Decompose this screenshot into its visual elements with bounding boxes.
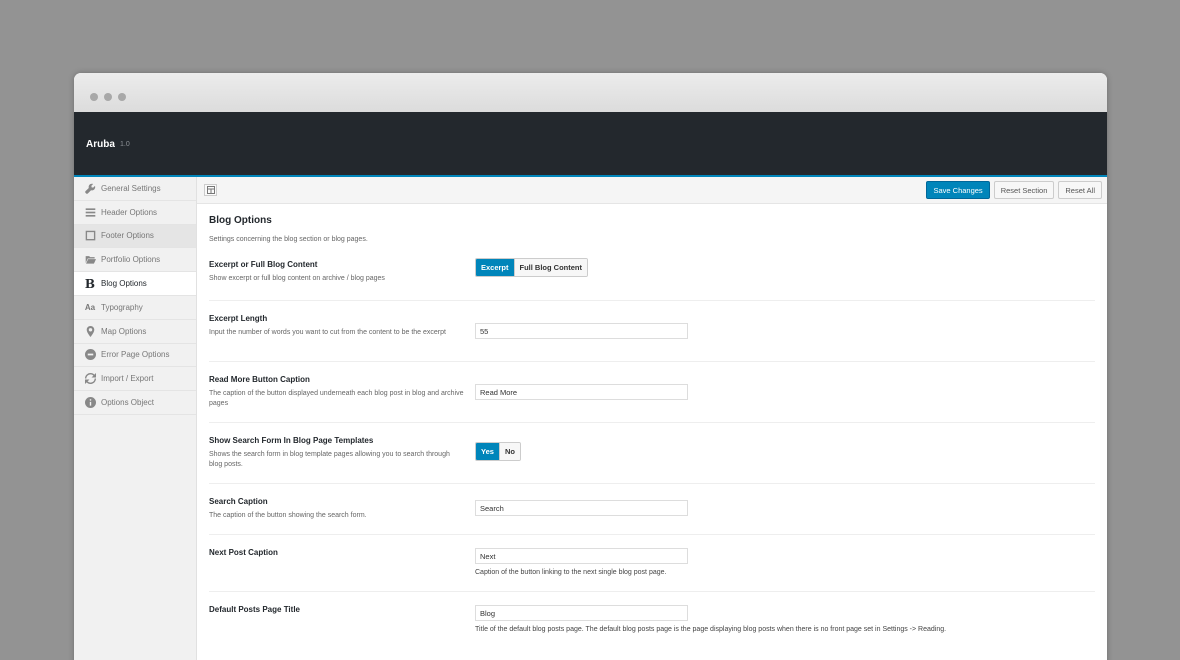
field-show-search-form: Show Search Form In Blog Page Templates … bbox=[209, 423, 1095, 484]
square-icon bbox=[83, 230, 97, 242]
sidebar-item-import-export[interactable]: Import / Export bbox=[74, 367, 196, 392]
refresh-icon bbox=[83, 373, 97, 385]
field-description: The caption of the button showing the se… bbox=[209, 512, 367, 519]
sidebar-item-header-options[interactable]: Header Options bbox=[74, 201, 196, 225]
show-search-toggle: Yes No bbox=[475, 442, 521, 461]
reset-section-button[interactable]: Reset Section bbox=[993, 181, 1055, 199]
field-description: The caption of the button displayed unde… bbox=[209, 390, 464, 407]
options-toolbar: Save Changes Reset Section Reset All bbox=[197, 177, 1107, 204]
wrench-icon bbox=[83, 182, 97, 194]
sidebar-item-label: Typography bbox=[101, 302, 143, 312]
read-more-caption-input[interactable] bbox=[475, 384, 688, 400]
yes-option[interactable]: Yes bbox=[476, 443, 499, 460]
window-minimize-dot[interactable] bbox=[104, 93, 112, 101]
info-icon bbox=[83, 397, 97, 409]
browser-titlebar bbox=[74, 73, 1107, 112]
excerpt-toggle: Excerpt Full Blog Content bbox=[475, 258, 589, 277]
section-title: Blog Options bbox=[209, 215, 272, 226]
sidebar-item-label: General Settings bbox=[101, 183, 161, 193]
expand-panel-icon[interactable] bbox=[204, 184, 217, 196]
window-maximize-dot[interactable] bbox=[118, 93, 126, 101]
theme-version: 1.0 bbox=[120, 141, 130, 148]
no-option[interactable]: No bbox=[498, 443, 520, 460]
sidebar-item-options-object[interactable]: Options Object bbox=[74, 391, 196, 415]
menu-icon bbox=[83, 206, 97, 218]
field-read-more-caption: Read More Button Caption The caption of … bbox=[209, 362, 1095, 423]
field-excerpt-length: Excerpt Length Input the number of words… bbox=[209, 301, 1095, 362]
field-help: Caption of the button linking to the nex… bbox=[475, 569, 667, 576]
bold-b-icon: B bbox=[84, 276, 96, 291]
full-blog-content-option[interactable]: Full Blog Content bbox=[513, 259, 588, 276]
sidebar-item-blog-options[interactable]: B Blog Options bbox=[74, 272, 196, 296]
default-posts-page-title-input[interactable] bbox=[475, 605, 688, 621]
options-main-panel: Save Changes Reset Section Reset All Blo… bbox=[197, 177, 1107, 660]
options-content: Blog Options Settings concerning the blo… bbox=[197, 204, 1107, 652]
excerpt-option[interactable]: Excerpt bbox=[476, 259, 514, 276]
field-next-post-caption: Next Post Caption Caption of the button … bbox=[209, 535, 1095, 592]
window-close-dot[interactable] bbox=[90, 93, 98, 101]
field-default-posts-page-title: Default Posts Page Title Title of the de… bbox=[209, 592, 1095, 652]
excerpt-length-input[interactable] bbox=[475, 323, 688, 339]
field-title: Search Caption bbox=[209, 497, 268, 506]
sidebar-item-label: Portfolio Options bbox=[101, 255, 161, 265]
sidebar-item-map-options[interactable]: Map Options bbox=[74, 320, 196, 344]
sidebar-item-label: Options Object bbox=[101, 398, 154, 408]
field-title: Show Search Form In Blog Page Templates bbox=[209, 436, 374, 445]
next-post-caption-input[interactable] bbox=[475, 548, 688, 564]
field-excerpt-or-full: Excerpt or Full Blog Content Show excerp… bbox=[209, 258, 1095, 301]
minus-circle-icon bbox=[83, 349, 97, 361]
theme-name: Aruba bbox=[86, 139, 115, 150]
save-changes-button[interactable]: Save Changes bbox=[926, 181, 990, 199]
search-caption-input[interactable] bbox=[475, 500, 688, 516]
sidebar-item-label: Blog Options bbox=[101, 279, 147, 289]
field-help: Title of the default blog posts page. Th… bbox=[475, 626, 947, 633]
field-title: Read More Button Caption bbox=[209, 375, 310, 384]
field-description: Shows the search form in blog template p… bbox=[209, 451, 450, 468]
options-sidebar: General Settings Header Options Footer O… bbox=[74, 177, 197, 660]
options-panel-header: Aruba 1.0 bbox=[74, 112, 1107, 177]
sidebar-item-typography[interactable]: Aa Typography bbox=[74, 296, 196, 320]
sidebar-item-label: Error Page Options bbox=[101, 350, 170, 360]
typography-icon: Aa bbox=[84, 302, 96, 312]
sidebar-item-error-page-options[interactable]: Error Page Options bbox=[74, 344, 196, 368]
field-title: Default Posts Page Title bbox=[209, 605, 300, 614]
sidebar-item-general-settings[interactable]: General Settings bbox=[74, 177, 196, 201]
sidebar-item-portfolio-options[interactable]: Portfolio Options bbox=[74, 248, 196, 273]
map-pin-icon bbox=[83, 325, 97, 337]
sidebar-item-footer-options[interactable]: Footer Options bbox=[74, 224, 196, 249]
sidebar-item-label: Header Options bbox=[101, 207, 158, 217]
field-title: Excerpt or Full Blog Content bbox=[209, 260, 318, 269]
field-description: Show excerpt or full blog content on arc… bbox=[209, 275, 385, 282]
field-title: Next Post Caption bbox=[209, 548, 278, 557]
browser-window: Aruba 1.0 General Settings Header Option… bbox=[74, 73, 1107, 660]
sidebar-item-label: Import / Export bbox=[101, 374, 154, 384]
folder-icon bbox=[83, 254, 97, 266]
sidebar-item-label: Footer Options bbox=[101, 231, 154, 241]
field-search-caption: Search Caption The caption of the button… bbox=[209, 484, 1095, 535]
reset-all-button[interactable]: Reset All bbox=[1058, 181, 1102, 199]
section-description: Settings concerning the blog section or … bbox=[209, 236, 368, 243]
field-title: Excerpt Length bbox=[209, 314, 268, 323]
field-description: Input the number of words you want to cu… bbox=[209, 329, 446, 336]
sidebar-item-label: Map Options bbox=[101, 326, 147, 336]
